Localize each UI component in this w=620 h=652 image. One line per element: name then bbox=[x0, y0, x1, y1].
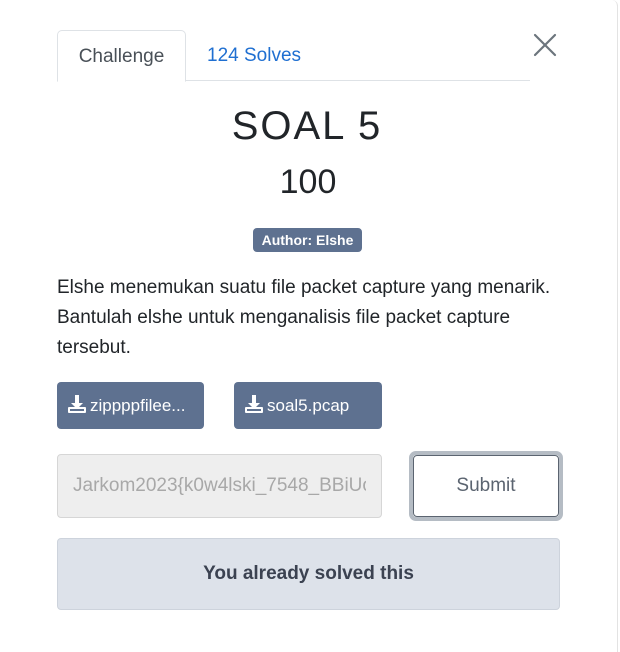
challenge-description: Elshe menemukan suatu file packet captur… bbox=[57, 277, 551, 358]
submit-button[interactable]: Submit bbox=[409, 451, 563, 521]
challenge-modal: Challenge 124 Solves SOAL 5 100 Author: … bbox=[0, 0, 618, 652]
tab-solves[interactable]: 124 Solves bbox=[207, 30, 301, 81]
close-button[interactable] bbox=[530, 30, 560, 60]
submit-label: Submit bbox=[413, 455, 559, 517]
close-icon bbox=[533, 33, 557, 57]
author-badge: Author: Elshe bbox=[253, 228, 362, 252]
challenge-name: SOAL 5 bbox=[231, 104, 383, 148]
flag-input[interactable] bbox=[57, 454, 382, 518]
tab-challenge[interactable]: Challenge bbox=[57, 30, 186, 82]
download-icon bbox=[67, 385, 87, 413]
file-download-label: soal5.pcap bbox=[267, 396, 350, 415]
file-download-button[interactable]: zippppfilee... bbox=[57, 382, 204, 429]
challenge-value: 100 bbox=[279, 163, 337, 201]
challenge-tabs: Challenge 124 Solves bbox=[57, 30, 530, 82]
file-download-label: zippppfilee... bbox=[90, 396, 186, 415]
download-icon bbox=[244, 385, 264, 413]
solved-alert: You already solved this bbox=[57, 538, 560, 610]
file-download-button[interactable]: soal5.pcap bbox=[234, 382, 382, 429]
